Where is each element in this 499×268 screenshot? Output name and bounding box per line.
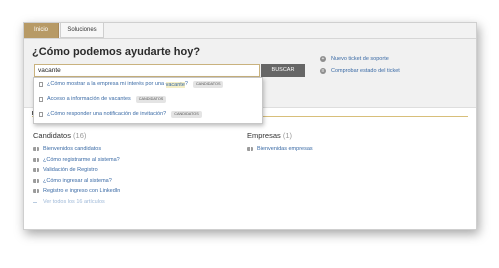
suggestion-text: ¿Cómo responder una notificación de invi… [47, 111, 167, 117]
tab-soluciones[interactable]: Soluciones [60, 23, 104, 38]
book-icon [33, 147, 39, 151]
ticket-status-label: Comprobar estado del ticket [331, 68, 400, 74]
category-badge: CANDIDATOS [135, 96, 167, 103]
search-suggestions: ¿Cómo mostrar a la empresa mi interés po… [33, 77, 263, 124]
article-link[interactable]: Validación de Registro [43, 167, 98, 173]
suggestion-item[interactable]: Acceso a información de vacantes CANDIDAT… [39, 94, 167, 105]
article-item[interactable]: ¿Cómo registrarme al sistema? [33, 155, 120, 166]
search-box [34, 64, 260, 77]
suggestion-text: ¿Cómo mostrar a la empresa mi interés po… [47, 81, 166, 87]
app-window: Inicio Soluciones ¿Cómo podemos ayudarte… [23, 22, 477, 230]
article-link[interactable]: ¿Cómo ingresar al sistema? [43, 178, 112, 184]
suggestion-item[interactable]: ¿Cómo mostrar a la empresa mi interés po… [39, 79, 224, 90]
section-title: Candidatos [33, 131, 71, 140]
book-icon [33, 178, 39, 183]
section-count: (1) [282, 131, 293, 140]
search-match-highlight: vacante [165, 81, 185, 88]
book-icon [33, 189, 39, 193]
document-icon [39, 97, 43, 102]
search-button[interactable]: BUSCAR [261, 64, 305, 77]
document-icon [39, 112, 43, 117]
see-all-link[interactable]: Ver todos los 16 artículos [43, 199, 105, 205]
new-ticket-label: Nuevo ticket de soporte [331, 56, 389, 62]
ticket-status-icon: ≡ [320, 68, 326, 74]
search-input[interactable] [35, 65, 259, 76]
suggestion-text: Acceso a información de vacantes [47, 96, 131, 102]
article-link[interactable]: Registro e ingreso con LinkedIn [43, 188, 120, 194]
article-link[interactable]: Bienvenidos candidatos [43, 146, 101, 152]
section-count: (16) [73, 131, 87, 140]
category-badge: CANDIDATOS [192, 81, 224, 88]
candidatos-article-list: Bienvenidos candidatos ¿Cómo registrarme… [33, 144, 120, 207]
category-badge: CANDIDATOS [171, 111, 202, 118]
article-item[interactable]: ¿Cómo ingresar al sistema? [33, 176, 120, 187]
tab-inicio[interactable]: Inicio [24, 23, 59, 38]
empresas-heading: Empresas (1) [247, 131, 292, 140]
article-item[interactable]: Bienvenidas empresas [247, 144, 313, 155]
article-item[interactable]: Validación de Registro [33, 165, 120, 176]
document-icon [39, 82, 43, 87]
suggestion-text-end: ? [184, 81, 188, 87]
dash-icon [33, 201, 37, 203]
article-item[interactable]: Registro e ingreso con LinkedIn [33, 186, 120, 197]
book-icon [247, 147, 253, 151]
section-title: Empresas [247, 131, 281, 140]
article-item[interactable]: Bienvenidos candidatos [33, 144, 120, 155]
candidatos-heading: Candidatos (16) [33, 131, 86, 140]
page-title: ¿Cómo podemos ayudarte hoy? [32, 46, 201, 58]
suggestion-item[interactable]: ¿Cómo responder una notificación de invi… [39, 109, 202, 120]
empresas-article-list: Bienvenidas empresas [247, 144, 313, 155]
tab-bar: Inicio Soluciones [24, 23, 476, 39]
see-all-item[interactable]: Ver todos los 16 artículos [33, 197, 120, 208]
plus-icon: + [320, 56, 326, 62]
article-link[interactable]: Bienvenidas empresas [257, 146, 313, 152]
book-icon [33, 157, 39, 162]
book-icon [33, 168, 39, 172]
article-link[interactable]: ¿Cómo registrarme al sistema? [43, 157, 120, 163]
